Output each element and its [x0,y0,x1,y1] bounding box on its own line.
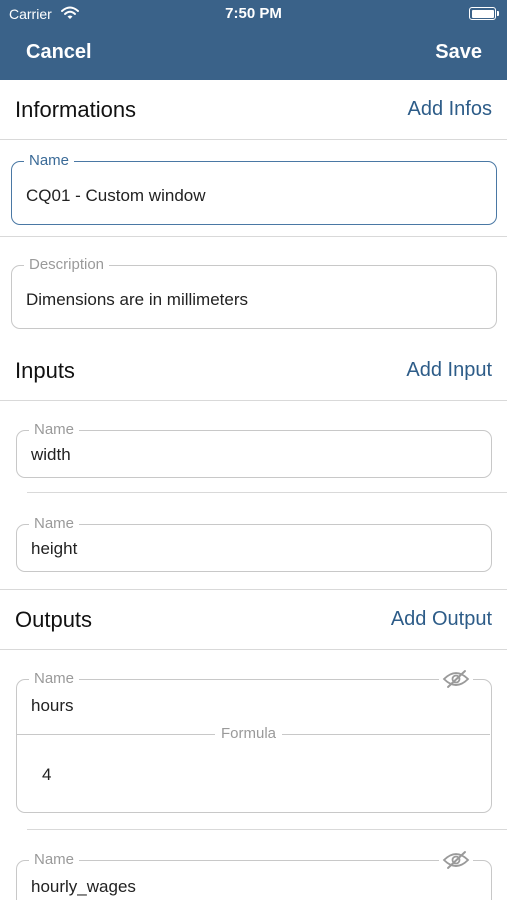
info-name-field[interactable]: Name CQ01 - Custom window [11,152,497,225]
input-name-field[interactable]: Name height [16,515,492,572]
formula-label: Formula [215,725,283,742]
clock-time: 7:50 PM [225,5,282,22]
description-value: Dimensions are in millimeters [26,290,249,309]
row-divider [27,829,507,830]
eye-slash-icon[interactable] [439,850,473,870]
add-output-button[interactable]: Add Output [391,608,492,631]
description-field[interactable]: Description Dimensions are in millimeter… [11,256,497,329]
output-name-label: Name [29,851,80,869]
row-divider [0,236,507,237]
formula-value: 4 [42,765,52,784]
navigation-bar: Cancel Save [0,28,507,80]
informations-title: Informations [15,97,137,122]
inputs-header: Inputs Add Input [0,341,507,399]
section-divider [0,649,507,650]
outputs-header: Outputs Add Output [0,590,507,648]
output-card[interactable]: Name hours Formula 4 [16,669,492,813]
section-divider [0,400,507,401]
section-divider [0,139,507,140]
eye-slash-icon[interactable] [439,669,473,689]
input-name-label: Name [29,515,80,533]
outputs-title: Outputs [15,607,93,632]
input-name-value: height [31,539,78,558]
inputs-title: Inputs [15,358,75,383]
cancel-button[interactable]: Cancel [26,41,92,64]
description-label: Description [24,256,110,274]
status-bar: Carrier 7:50 PM [0,0,507,28]
save-button[interactable]: Save [435,41,482,64]
add-input-button[interactable]: Add Input [406,359,492,382]
row-divider [27,492,507,493]
add-infos-button[interactable]: Add Infos [407,98,492,121]
info-name-label: Name [24,152,75,170]
output-name-value: hours [31,696,74,715]
output-name-label: Name [29,670,80,688]
input-name-field[interactable]: Name width [16,421,492,478]
input-name-label: Name [29,421,80,439]
informations-header: Informations Add Infos [0,80,507,138]
info-name-value: CQ01 - Custom window [26,186,206,205]
output-name-value: hourly_wages [31,877,136,896]
battery-icon [469,7,499,20]
input-name-value: width [31,445,71,464]
output-card[interactable]: Name hourly_wages [16,850,492,900]
